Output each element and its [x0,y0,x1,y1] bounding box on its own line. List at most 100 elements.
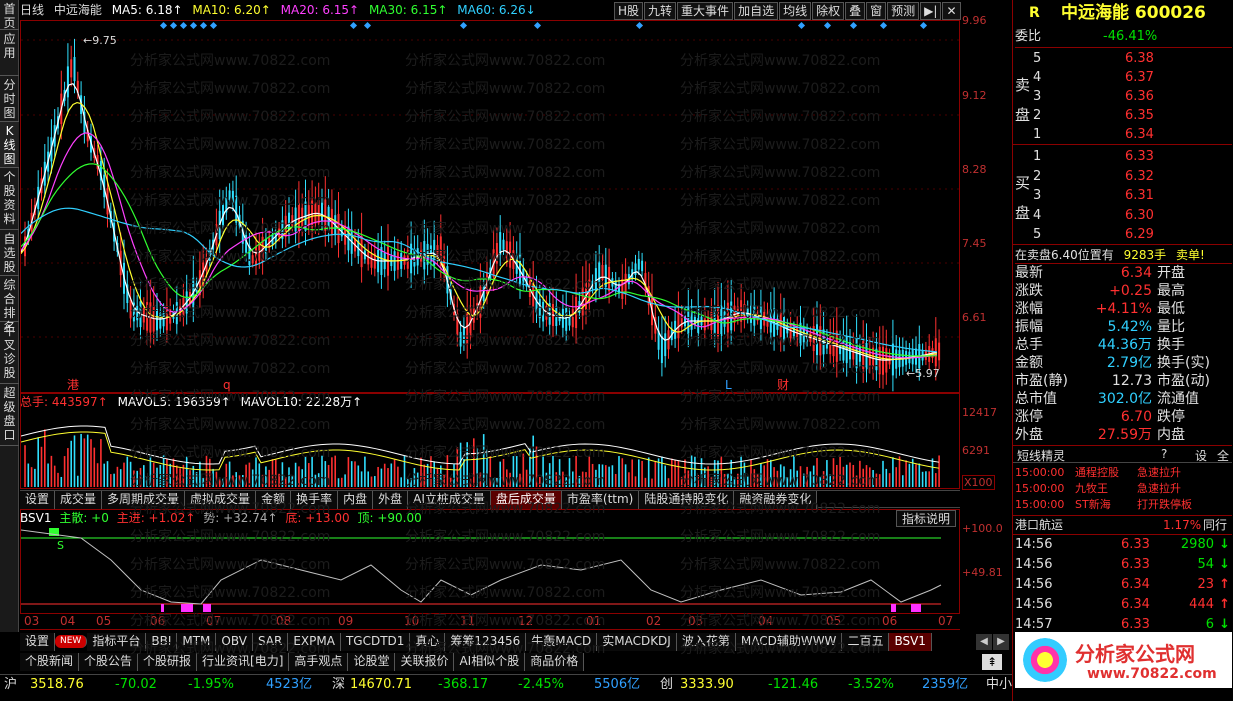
stat-row: 外盘 27.59万 内盘 [1015,426,1232,444]
stat-value: 6.34 [1120,265,1152,281]
stat-label: 总手 [1015,337,1043,353]
buy-book: 1 6.33 2 6.32 3 6.31 4 6.30 5 6.29 [1013,147,1232,245]
elf-item[interactable]: 15:00:00 通程控股 急速拉升 [1015,465,1232,481]
tab-scroll-left[interactable]: ◀ [976,634,992,650]
sz-index[interactable]: 14670.71 [350,675,412,694]
month-label-11: 02 [646,614,662,628]
elf-label[interactable]: 短线精灵 [1017,447,1065,464]
tabs3-tab-6[interactable]: 关联报价 [395,653,455,671]
elf-item[interactable]: 15:00:00 ST新海 打开跌停板 [1015,497,1232,513]
tabs2-tab-1[interactable]: NEW [55,635,88,648]
bsv-chart[interactable]: S [21,510,959,613]
vol-unit: X100 [962,475,995,490]
tabs1-tab-3[interactable]: 虚拟成交量 [185,491,257,509]
tabs1-tab-11[interactable]: 陆股通持股变化 [639,491,735,509]
tabs1-tab-0[interactable]: 设置 [20,491,56,509]
arrow-down-icon: ↓ [1219,557,1230,572]
tabs2-tab-11[interactable]: 牛轰MACD [526,633,598,651]
peer-button[interactable]: 同行 [1203,516,1227,534]
tabs2-tab-3[interactable]: BBI [146,633,178,651]
tabs1-tab-10[interactable]: 市盈率(ttm) [561,491,640,509]
zx-label[interactable]: 中小 [986,675,1012,694]
sell-level-price: 6.35 [1125,108,1154,123]
tabs2-tab-16[interactable]: BSV1 [889,633,932,651]
tabs3-tab-4[interactable]: 高手观点 [289,653,349,671]
tabs1-tab-1[interactable]: 成交量 [55,491,103,509]
tabs3-tab-1[interactable]: 个股公告 [79,653,139,671]
tabs3-tab-5[interactable]: 论股堂 [348,653,396,671]
buy-level-2[interactable]: 2 6.32 [1033,167,1229,186]
elf-event: 急速拉升 [1137,466,1181,479]
tabs1-tab-7[interactable]: 外盘 [373,491,409,509]
indicator-tabs: 设置 NEW 指标平台 BBI MTM OBV SAR EXPMA TGCDTD1 真心 筹筹123… [20,633,970,651]
help-icon[interactable]: ? [1161,447,1167,461]
sh-change: -70.02 [115,677,157,692]
stat-right-label: 跌停 [1157,409,1185,425]
tabs2-tab-9[interactable]: 真心 [410,633,446,651]
cy-change: -121.46 [768,677,819,692]
tabs2-tab-2[interactable]: 指标平台 [87,633,147,651]
tabs1-tab-12[interactable]: 融资融券变化 [734,491,818,509]
tabs2-tab-6[interactable]: SAR [252,633,289,651]
buy-level-5[interactable]: 5 6.29 [1033,225,1229,244]
tick-price: 6.33 [1121,537,1150,552]
elf-item[interactable]: 15:00:00 九牧王 急速拉升 [1015,481,1232,497]
notice-tail: 卖单! [1175,248,1205,262]
cy-index[interactable]: 3333.90 [680,675,734,694]
sh-index[interactable]: 3518.76 [30,675,84,694]
sidebar-item-8[interactable]: 超级盘口 [0,384,19,446]
elf-event: 打开跌停板 [1137,498,1192,511]
tabs2-tab-0[interactable]: 设置 [20,633,56,651]
tabs1-tab-2[interactable]: 多周期成交量 [102,491,186,509]
stat-value: 27.59万 [1097,427,1152,443]
cy-amount: 2359亿 [922,677,969,692]
big-order-notice: 在卖盘6.40位置有 9283手 卖单! [1015,246,1232,264]
buy-level-1[interactable]: 1 6.33 [1033,147,1229,166]
all-icon[interactable]: 全 [1217,447,1229,464]
stat-right-label: 流通值 [1157,391,1199,407]
tabs2-tab-15[interactable]: 二百五 [842,633,890,651]
tick-list: 14:56 6.33 2980 ↓ 14:56 6.33 54 ↓ 14:56 6.34 23 ↑ 14… [1013,534,1232,634]
tab-scroll-right[interactable]: ▶ [993,634,1009,650]
cy-pct: -3.52% [848,677,894,692]
tabs3-tab-0[interactable]: 个股新闻 [20,653,80,671]
month-label-4: 07 [206,614,222,628]
sector-name[interactable]: 港口航运 [1015,516,1063,534]
tabs1-tab-8[interactable]: AI立桩成交量 [408,491,491,509]
sell-level-2[interactable]: 2 6.35 [1033,106,1229,125]
tabs3-tab-7[interactable]: AI相似个股 [454,653,526,671]
tabs1-tab-4[interactable]: 金额 [256,491,292,509]
sz-change: -368.17 [438,677,489,692]
elf-header: 短线精灵 ? 设 全 [1013,445,1232,463]
sh-pct: -1.95% [188,677,234,692]
tabs2-tab-4[interactable]: MTM [177,633,217,651]
stat-row: 振幅 5.42% 量比 [1015,318,1232,336]
tabs3-tab-8[interactable]: 商品价格 [525,653,585,671]
tabs3-tab-3[interactable]: 行业资讯[电力] [197,653,290,671]
tabs2-tab-8[interactable]: TGCDTD1 [340,633,411,651]
volume-chart[interactable] [21,394,959,488]
tabs1-tab-5[interactable]: 换手率 [291,491,339,509]
sell-level-3[interactable]: 3 6.36 [1033,87,1229,106]
buy-level-4[interactable]: 4 6.30 [1033,206,1229,225]
tabs2-tab-13[interactable]: 波入花第 [676,633,736,651]
sell-level-4[interactable]: 4 6.37 [1033,68,1229,87]
collapse-icon[interactable]: ⇞ [982,654,1002,670]
tabs1-tab-9[interactable]: 盘后成交量 [490,491,562,509]
settings-icon[interactable]: 设 [1195,447,1207,464]
tabs2-tab-7[interactable]: EXPMA [288,633,341,651]
month-label-9: 12 [518,614,534,628]
notice-text: 在卖盘6.40位置有 [1015,248,1114,262]
sell-level-num: 1 [1033,127,1042,142]
sell-level-1[interactable]: 1 6.34 [1033,125,1229,144]
bottom-signal-bar [891,604,896,612]
price-y-label-0: 9.96 [962,14,987,27]
tabs3-tab-2[interactable]: 个股研报 [138,653,198,671]
tabs1-tab-6[interactable]: 内盘 [338,491,374,509]
sell-level-5[interactable]: 5 6.38 [1033,49,1229,68]
buy-level-3[interactable]: 3 6.31 [1033,186,1229,205]
tabs2-tab-12[interactable]: 实MACDKDJ [597,633,677,651]
tabs2-tab-5[interactable]: OBV [216,633,253,651]
tabs2-tab-10[interactable]: 筹筹123456 [445,633,527,651]
tabs2-tab-14[interactable]: MACD辅助WWW [735,633,843,651]
